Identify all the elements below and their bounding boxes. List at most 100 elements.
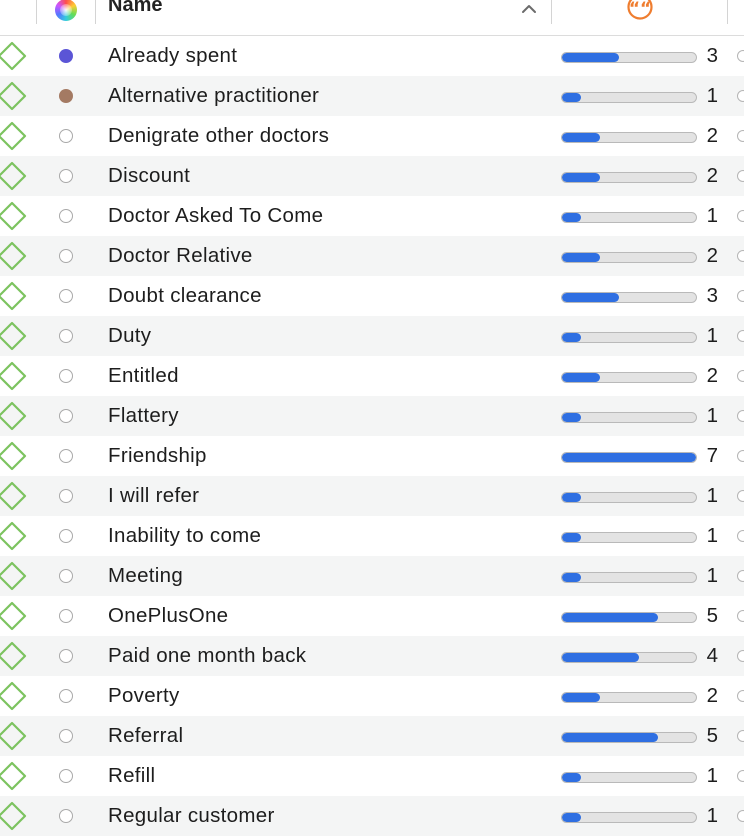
code-color-dot[interactable] — [59, 689, 73, 703]
next-column-indicator — [737, 770, 744, 782]
next-column-indicator — [737, 290, 744, 302]
code-name: Poverty — [108, 684, 180, 707]
code-name: Denigrate other doctors — [108, 124, 330, 147]
table-row[interactable]: Doctor Asked To Come 1 — [0, 196, 744, 236]
next-column-indicator — [737, 370, 744, 382]
code-name: I will refer — [108, 484, 200, 507]
code-color-dot[interactable] — [59, 449, 73, 463]
code-name: Flattery — [108, 404, 179, 427]
code-color-dot[interactable] — [59, 729, 73, 743]
code-diamond-icon — [0, 641, 27, 671]
column-divider[interactable] — [36, 0, 37, 24]
code-diamond-icon — [0, 681, 27, 711]
frequency-bar — [561, 732, 697, 743]
code-diamond-icon — [0, 41, 27, 71]
next-column-indicator — [737, 730, 744, 742]
next-column-indicator — [737, 170, 744, 182]
frequency-bar-fill — [562, 693, 601, 702]
frequency-bar-fill — [562, 173, 601, 182]
frequency-bar — [561, 52, 697, 63]
table-row[interactable]: Denigrate other doctors 2 — [0, 116, 744, 156]
code-color-dot[interactable] — [59, 329, 73, 343]
frequency-bar — [561, 132, 697, 143]
chevron-up-icon[interactable] — [521, 3, 537, 15]
code-name: Refill — [108, 764, 156, 787]
code-color-dot[interactable] — [59, 649, 73, 663]
code-name: Inability to come — [108, 524, 262, 547]
table-row[interactable]: OnePlusOne 5 — [0, 596, 744, 636]
code-color-dot[interactable] — [59, 49, 73, 63]
code-diamond-icon — [0, 121, 27, 151]
table-header: Name ““ — [0, 0, 744, 36]
quotation-count: 2 — [706, 364, 718, 387]
next-column-indicator — [737, 690, 744, 702]
code-color-dot[interactable] — [59, 569, 73, 583]
code-color-dot[interactable] — [59, 249, 73, 263]
frequency-bar-fill — [562, 453, 696, 462]
table-row[interactable]: Inability to come 1 — [0, 516, 744, 556]
code-color-dot[interactable] — [59, 409, 73, 423]
quote-bubble-icon[interactable]: ““ — [626, 0, 656, 20]
frequency-bar — [561, 772, 697, 783]
table-row[interactable]: Discount 2 — [0, 156, 744, 196]
code-name: Discount — [108, 164, 191, 187]
code-diamond-icon — [0, 601, 27, 631]
table-row[interactable]: Friendship 7 — [0, 436, 744, 476]
column-divider[interactable] — [727, 0, 728, 24]
code-color-dot[interactable] — [59, 129, 73, 143]
quotation-count: 3 — [706, 284, 718, 307]
table-row[interactable]: Flattery 1 — [0, 396, 744, 436]
quotation-count: 5 — [706, 604, 718, 627]
frequency-bar-fill — [562, 773, 582, 782]
code-color-dot[interactable] — [59, 89, 73, 103]
next-column-indicator — [737, 570, 744, 582]
frequency-bar — [561, 252, 697, 263]
code-diamond-icon — [0, 761, 27, 791]
code-color-dot[interactable] — [59, 609, 73, 623]
frequency-bar — [561, 212, 697, 223]
code-name: Alternative practitioner — [108, 84, 320, 107]
code-color-dot[interactable] — [59, 369, 73, 383]
code-diamond-icon — [0, 81, 27, 111]
next-column-indicator — [737, 410, 744, 422]
table-row[interactable]: Regular customer 1 — [0, 796, 744, 836]
code-diamond-icon — [0, 201, 27, 231]
table-row[interactable]: Doctor Relative 2 — [0, 236, 744, 276]
code-name: Duty — [108, 324, 152, 347]
table-row[interactable]: Poverty 2 — [0, 676, 744, 716]
column-divider[interactable] — [551, 0, 552, 24]
frequency-bar-fill — [562, 53, 620, 62]
code-name: Already spent — [108, 44, 238, 67]
frequency-bar — [561, 332, 697, 343]
frequency-bar — [561, 572, 697, 583]
table-row[interactable]: Refill 1 — [0, 756, 744, 796]
table-row[interactable]: Alternative practitioner 1 — [0, 76, 744, 116]
column-divider[interactable] — [95, 0, 96, 24]
table-row[interactable]: I will refer 1 — [0, 476, 744, 516]
name-column-header[interactable]: Name — [108, 0, 162, 17]
table-row[interactable]: Entitled 2 — [0, 356, 744, 396]
next-column-indicator — [737, 330, 744, 342]
table-row[interactable]: Already spent 3 — [0, 36, 744, 76]
quotation-count: 2 — [706, 164, 718, 187]
code-color-dot[interactable] — [59, 529, 73, 543]
table-row[interactable]: Doubt clearance 3 — [0, 276, 744, 316]
code-color-dot[interactable] — [59, 769, 73, 783]
code-color-dot[interactable] — [59, 169, 73, 183]
table-row[interactable]: Duty 1 — [0, 316, 744, 356]
code-color-dot[interactable] — [59, 209, 73, 223]
table-row[interactable]: Meeting 1 — [0, 556, 744, 596]
code-diamond-icon — [0, 721, 27, 751]
code-color-dot[interactable] — [59, 489, 73, 503]
frequency-bar-fill — [562, 253, 601, 262]
code-color-dot[interactable] — [59, 289, 73, 303]
quotation-count: 5 — [706, 724, 718, 747]
code-name: Meeting — [108, 564, 184, 587]
code-color-dot[interactable] — [59, 809, 73, 823]
table-row[interactable]: Paid one month back 4 — [0, 636, 744, 676]
frequency-bar — [561, 412, 697, 423]
table-row[interactable]: Referral 5 — [0, 716, 744, 756]
frequency-bar — [561, 452, 697, 463]
quotation-count: 1 — [706, 764, 718, 787]
color-wheel-icon[interactable] — [55, 0, 77, 21]
